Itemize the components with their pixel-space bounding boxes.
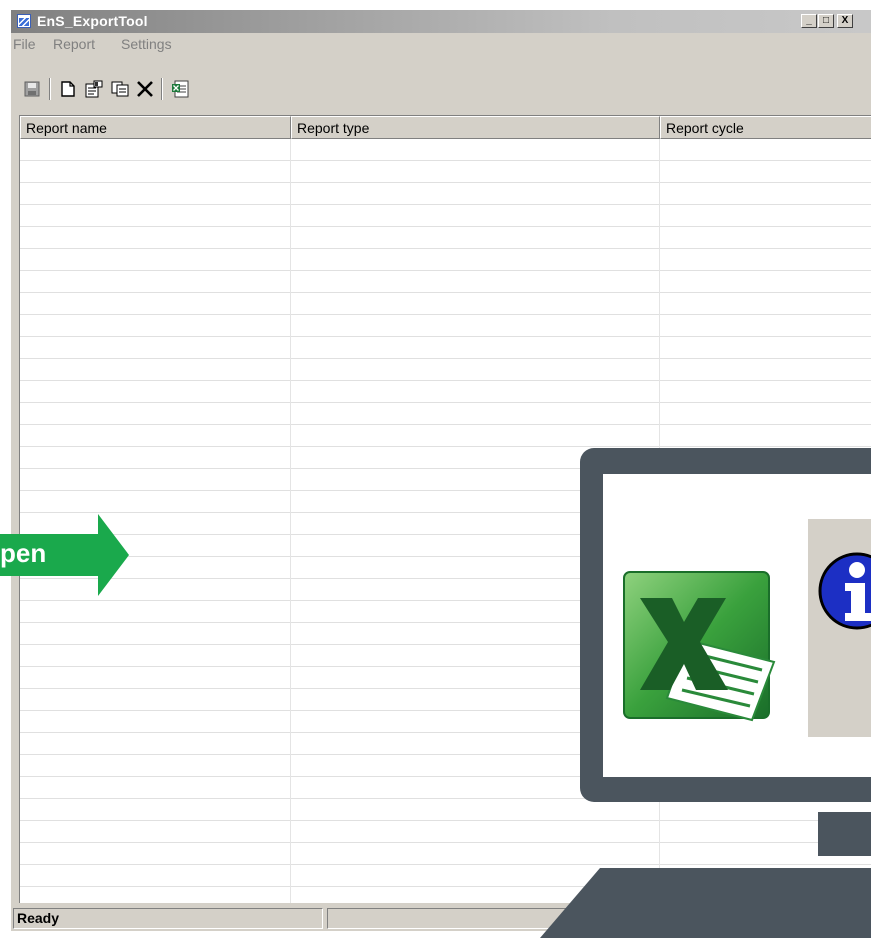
edit-report-icon bbox=[85, 80, 103, 98]
export-excel-icon bbox=[172, 80, 189, 98]
copy-report-icon bbox=[111, 81, 129, 97]
column-header-report-cycle[interactable]: Report cycle bbox=[660, 116, 871, 139]
delete-report-icon bbox=[137, 81, 153, 97]
menu-report[interactable]: Report bbox=[53, 36, 95, 52]
edit-report-button[interactable] bbox=[82, 78, 106, 100]
toolbar-separator bbox=[49, 78, 51, 100]
new-report-icon bbox=[61, 81, 75, 97]
new-report-button[interactable] bbox=[56, 78, 80, 100]
arrow-label: pen bbox=[0, 538, 47, 568]
column-header-report-type[interactable]: Report type bbox=[291, 116, 660, 139]
menu-settings[interactable]: Settings bbox=[121, 36, 172, 52]
maximize-button[interactable]: □ bbox=[818, 14, 834, 28]
monitor-stand bbox=[818, 812, 871, 856]
status-text: Ready bbox=[13, 908, 323, 929]
copy-report-button[interactable] bbox=[108, 78, 132, 100]
column-header-report-name[interactable]: Report name bbox=[20, 116, 291, 139]
close-button[interactable]: X bbox=[837, 14, 853, 28]
save-icon bbox=[24, 81, 40, 97]
save-button[interactable] bbox=[20, 78, 44, 100]
info-icon bbox=[818, 552, 871, 630]
minimize-button[interactable]: _ bbox=[801, 14, 817, 28]
toolbar-separator bbox=[161, 78, 163, 100]
menu-bar: File Report Settings bbox=[11, 33, 871, 55]
excel-icon bbox=[623, 571, 776, 722]
menu-file[interactable]: File bbox=[13, 36, 36, 52]
export-excel-button[interactable] bbox=[168, 78, 192, 100]
monitor-base bbox=[540, 868, 871, 938]
column-divider bbox=[290, 139, 291, 903]
window-title: EnS_ExportTool bbox=[37, 13, 148, 29]
title-bar[interactable]: EnS_ExportTool _ □ X bbox=[11, 10, 871, 33]
app-chart-icon bbox=[17, 14, 31, 28]
toolbar bbox=[11, 56, 871, 112]
delete-report-button[interactable] bbox=[133, 78, 157, 100]
report-list-header: Report name Report type Report cycle bbox=[20, 116, 871, 139]
